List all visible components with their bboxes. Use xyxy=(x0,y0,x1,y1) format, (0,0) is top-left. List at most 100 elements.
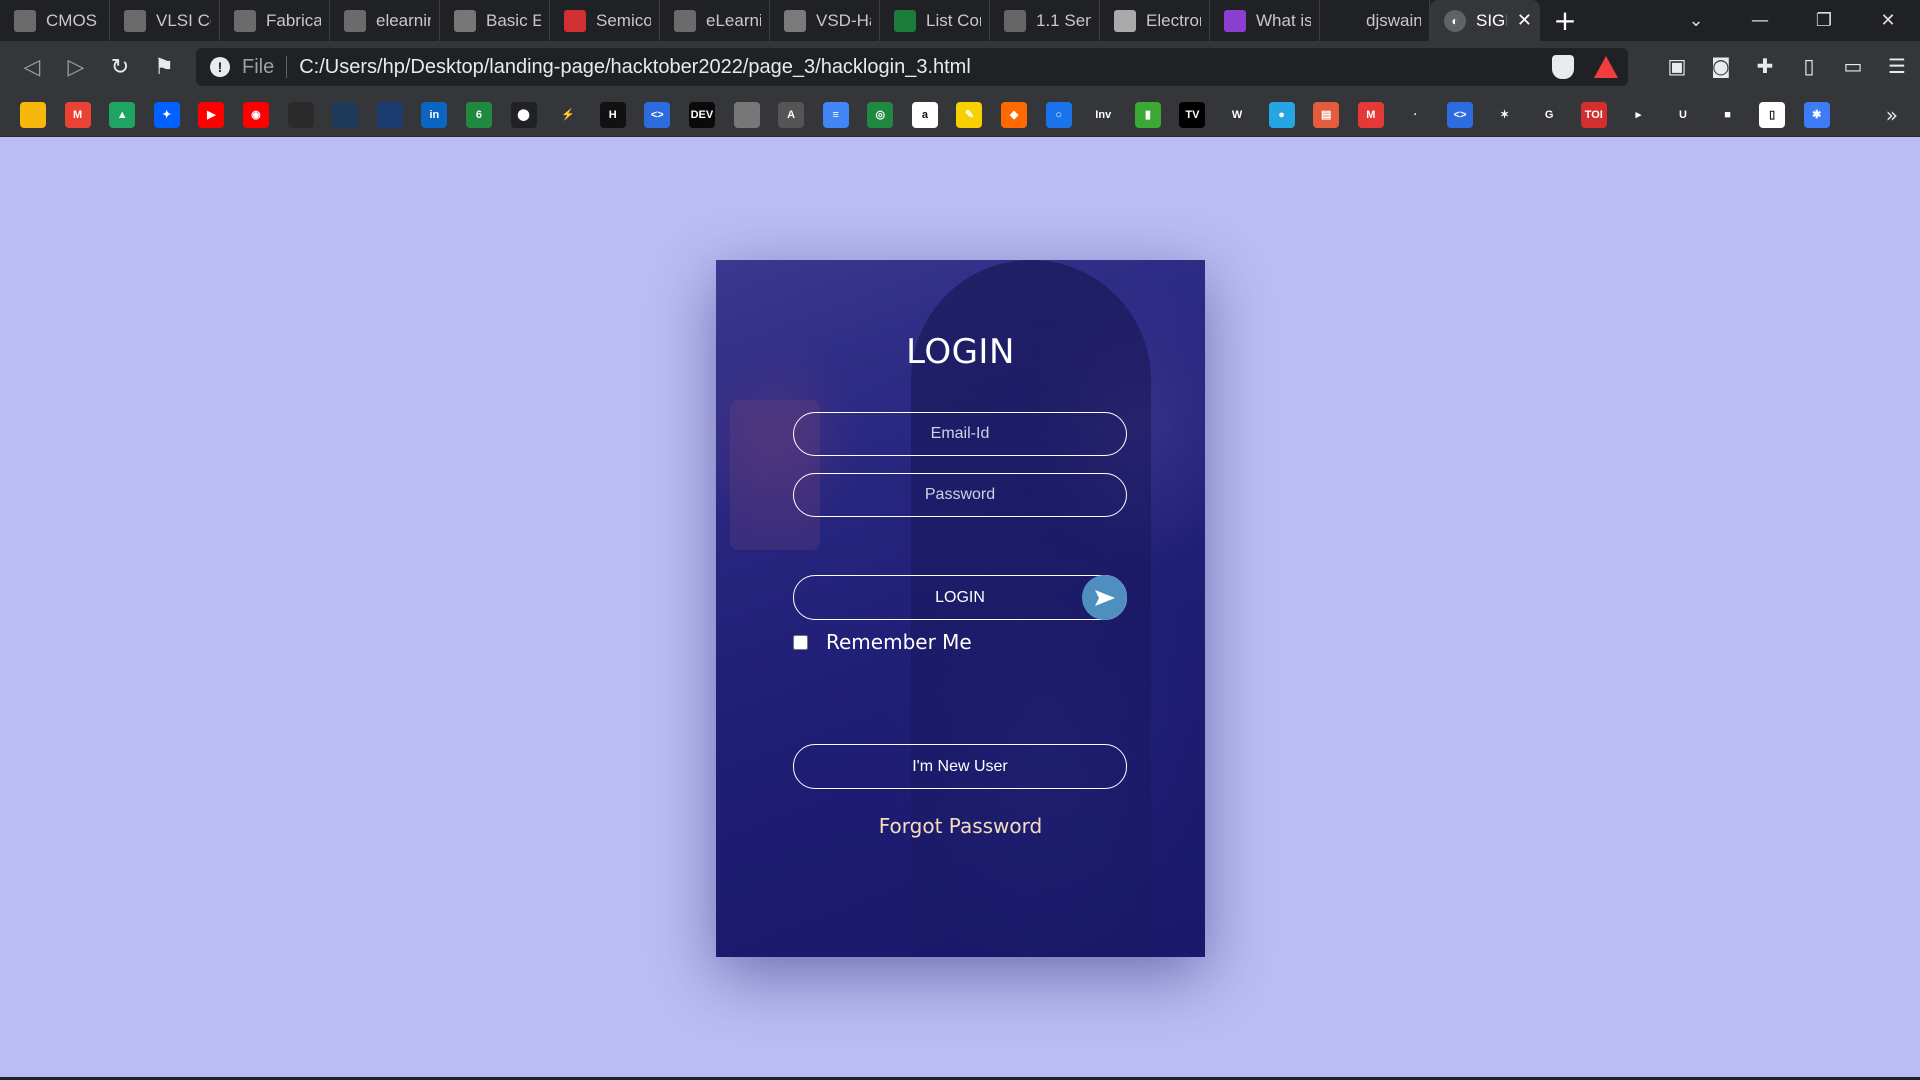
tab-label: eLearnin xyxy=(706,10,761,30)
tab-active[interactable]: ◐ SIGI ✕ xyxy=(1430,0,1540,41)
youtube-music-icon[interactable]: ◉ xyxy=(242,101,269,128)
w-logo-icon xyxy=(1114,9,1136,32)
lightning-icon[interactable]: ⚡ xyxy=(555,101,582,128)
puzzle-icon[interactable]: ✚ xyxy=(1752,53,1778,79)
email-field[interactable] xyxy=(793,412,1127,456)
globe-green-icon[interactable]: ◎ xyxy=(867,101,894,128)
sticky-note-icon[interactable]: ✎ xyxy=(956,101,983,128)
shield-logo-icon[interactable] xyxy=(733,101,760,128)
brave-shield-icon[interactable] xyxy=(1552,55,1574,79)
investing-icon[interactable]: Inv xyxy=(1090,101,1117,128)
tab-9[interactable]: 1.1 Sem xyxy=(990,0,1100,41)
bookmarks-bar: M ▲ ✦ ▶ ◉ in 6 ⬤ ⚡ H <> DEV A ≡ ◎ a ✎ ◆ ○ Inv ▮ TV W ● ▤ M · <> ✶ G TO… xyxy=(0,93,1920,137)
minimize-icon[interactable]: — xyxy=(1728,10,1792,31)
hackerearth-icon xyxy=(894,9,916,32)
forward-icon[interactable]: ▷ xyxy=(54,55,98,80)
coursera-logo-icon[interactable]: A xyxy=(778,101,805,128)
docs-icon[interactable]: ≡ xyxy=(822,101,849,128)
play-icon[interactable]: ▸ xyxy=(1625,101,1652,128)
tab-3[interactable]: elearnin xyxy=(330,0,440,41)
password-field[interactable] xyxy=(793,473,1127,517)
amazon-icon[interactable]: a xyxy=(911,101,938,128)
globe-dark-icon[interactable] xyxy=(332,101,359,128)
blue-logo-icon[interactable] xyxy=(376,101,403,128)
code-icon[interactable]: <> xyxy=(1447,101,1473,128)
tab-0[interactable]: CMOS L xyxy=(0,0,110,41)
circle-blue-icon[interactable]: ○ xyxy=(1045,101,1072,128)
tab-12[interactable]: djswain xyxy=(1320,0,1430,41)
wallet-icon[interactable]: ▭ xyxy=(1840,53,1866,79)
login-button[interactable]: LOGIN xyxy=(793,575,1127,620)
settings-blue-icon[interactable]: ✱ xyxy=(1803,101,1830,128)
close-window-icon[interactable]: ✕ xyxy=(1856,10,1920,31)
m-red-icon[interactable]: M xyxy=(1357,101,1384,128)
window-controls: ⌄ — ❐ ✕ xyxy=(1664,0,1920,41)
g-yellow-icon[interactable]: G xyxy=(1536,101,1563,128)
tab-search-icon[interactable]: ⌄ xyxy=(1664,10,1728,31)
new-user-label: I'm New User xyxy=(912,757,1008,775)
bookmark-icon[interactable]: ⚑ xyxy=(142,55,186,80)
camera-icon[interactable]: ◙ xyxy=(1708,53,1734,79)
login-button-label: LOGIN xyxy=(935,588,985,606)
github-dark-icon[interactable] xyxy=(287,101,314,128)
restore-icon[interactable]: ❐ xyxy=(1792,10,1856,31)
menu-icon[interactable]: ☰ xyxy=(1884,53,1910,79)
spark-icon[interactable]: ✶ xyxy=(1491,101,1518,128)
shop-icon[interactable]: ▤ xyxy=(1313,101,1340,128)
divider xyxy=(286,56,288,78)
bookmarks-more-icon[interactable]: » xyxy=(1886,103,1898,127)
login-title: LOGIN xyxy=(906,332,1015,372)
tab-label: VLSI Co xyxy=(156,10,211,30)
remember-checkbox[interactable] xyxy=(793,634,808,650)
tab-2[interactable]: Fabricat xyxy=(220,0,330,41)
small-dot-icon[interactable]: · xyxy=(1402,101,1429,128)
google-drive-icon[interactable]: ▲ xyxy=(109,101,136,128)
tab-4[interactable]: Basic Ele xyxy=(440,0,550,41)
tab-1[interactable]: VLSI Co xyxy=(110,0,220,41)
briefcase-icon[interactable]: ▣ xyxy=(1664,53,1690,79)
linkedin-icon[interactable]: in xyxy=(421,101,448,128)
tab-label: CMOS L xyxy=(46,10,101,30)
gmail-icon[interactable]: M xyxy=(64,101,91,128)
brave-rewards-icon[interactable] xyxy=(1594,56,1618,78)
leaf-icon[interactable]: 6 xyxy=(465,101,492,128)
forgot-password-link[interactable]: Forgot Password xyxy=(716,814,1205,838)
folder-icon[interactable] xyxy=(20,101,46,128)
hackerrank-icon[interactable]: H xyxy=(599,101,626,128)
reload-icon[interactable]: ↻ xyxy=(98,55,142,80)
url-text[interactable]: C:/Users/hp/Desktop/landing-page/hacktob… xyxy=(299,56,971,79)
arrow-right-icon[interactable] xyxy=(1082,575,1127,620)
coursera-logo-icon xyxy=(344,9,366,32)
code-icon[interactable]: <> xyxy=(644,101,671,128)
new-tab-button[interactable]: + xyxy=(1540,4,1590,37)
info-icon[interactable]: ! xyxy=(210,57,230,77)
w-blue-icon[interactable]: W xyxy=(1224,101,1251,128)
orange-logo-icon[interactable]: ◆ xyxy=(1001,101,1028,128)
shield-logo-icon xyxy=(784,9,806,32)
dropbox-icon[interactable]: ✦ xyxy=(153,101,180,128)
tab-6[interactable]: eLearnin xyxy=(660,0,770,41)
tab-label: SIGI xyxy=(1476,10,1507,30)
tradingview-icon[interactable]: TV xyxy=(1179,101,1206,128)
close-icon[interactable]: ✕ xyxy=(1517,10,1532,31)
u-logo-icon[interactable]: U xyxy=(1669,101,1696,128)
sidebar-icon[interactable]: ▯ xyxy=(1796,53,1822,79)
back-icon[interactable]: ◁ xyxy=(10,55,54,80)
github-icon[interactable]: ⬤ xyxy=(510,101,537,128)
new-user-button[interactable]: I'm New User xyxy=(793,744,1127,789)
dev-icon[interactable]: DEV xyxy=(688,101,715,128)
tab-7[interactable]: VSD-Ha xyxy=(770,0,880,41)
youtube-icon[interactable]: ▶ xyxy=(198,101,225,128)
toi-icon[interactable]: TOI xyxy=(1580,101,1607,128)
tab-5[interactable]: Semicon xyxy=(550,0,660,41)
tab-10[interactable]: Electron xyxy=(1100,0,1210,41)
colorful-circle-icon[interactable]: ● xyxy=(1268,101,1295,128)
file-icon[interactable]: ▯ xyxy=(1759,101,1786,128)
tab-8[interactable]: List Con xyxy=(880,0,990,41)
windows-icon[interactable]: ■ xyxy=(1714,101,1741,128)
address-bar[interactable]: ! File C:/Users/hp/Desktop/landing-page/… xyxy=(196,48,1628,86)
tab-11[interactable]: What is xyxy=(1210,0,1320,41)
remember-me[interactable]: Remember Me xyxy=(793,630,972,654)
bar-chart-icon[interactable]: ▮ xyxy=(1134,101,1161,128)
tab-label: What is xyxy=(1256,10,1311,30)
